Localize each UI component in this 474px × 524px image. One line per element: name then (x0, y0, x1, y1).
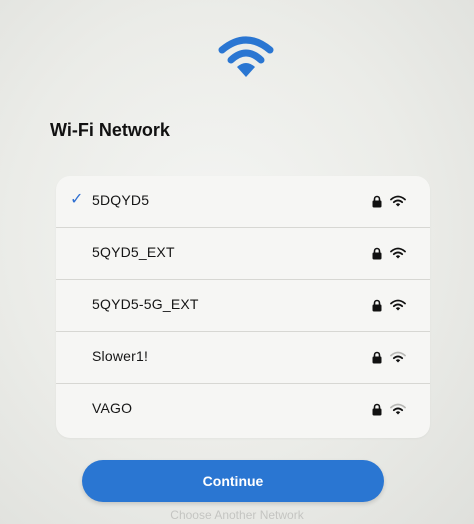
page-title: Wi-Fi Network (50, 120, 170, 140)
network-row[interactable]: Slower1! (56, 332, 430, 384)
network-name: 5DQYD5 (92, 192, 150, 208)
network-row[interactable]: 5QYD5-5G_EXT (56, 280, 430, 332)
wifi-signal-icon (390, 351, 406, 363)
network-name: 5QYD5-5G_EXT (92, 296, 199, 312)
wifi-icon (218, 36, 274, 77)
lock-icon (372, 247, 382, 260)
checkmark-icon: ✓ (70, 191, 84, 208)
network-row[interactable]: VAGO (56, 384, 430, 436)
lock-icon (372, 195, 382, 208)
wifi-setup-screen: Wi-Fi Network ✓ 5DQYD5 5QYD5_EXT 5QYD5-5… (0, 0, 474, 524)
wifi-signal-icon (390, 247, 406, 259)
network-list: ✓ 5DQYD5 5QYD5_EXT 5QYD5-5G_EXT Slower1!… (56, 176, 430, 438)
lock-icon (372, 351, 382, 364)
lock-icon (372, 299, 382, 312)
network-name: Slower1! (92, 348, 149, 364)
network-name: VAGO (92, 400, 133, 416)
network-row[interactable]: ✓ 5DQYD5 (56, 176, 430, 228)
wifi-signal-icon (390, 195, 406, 207)
wifi-signal-icon (390, 403, 406, 415)
continue-button[interactable]: Continue (82, 460, 384, 502)
choose-another-network-link[interactable]: Choose Another Network (0, 508, 474, 522)
wifi-signal-icon (390, 299, 406, 311)
network-row[interactable]: 5QYD5_EXT (56, 228, 430, 280)
lock-icon (372, 403, 382, 416)
network-name: 5QYD5_EXT (92, 244, 175, 260)
